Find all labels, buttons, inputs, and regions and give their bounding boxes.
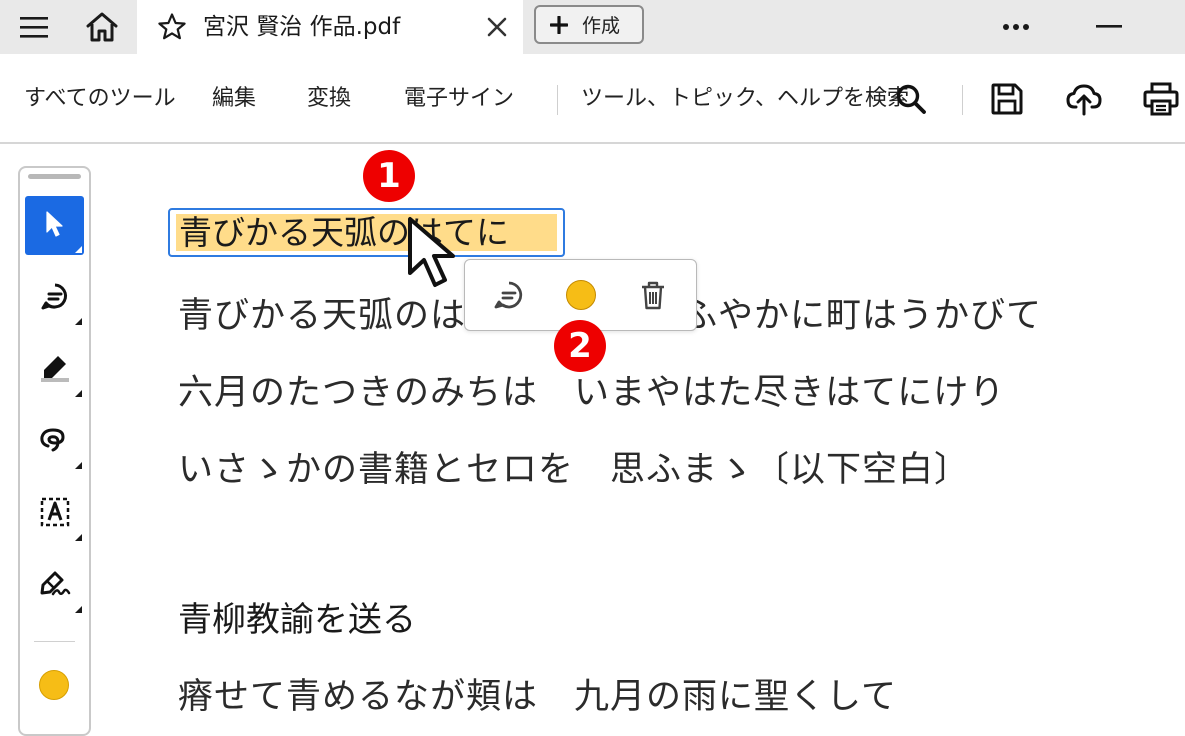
select-tool-button[interactable]: [25, 196, 84, 255]
create-button[interactable]: 作成: [534, 5, 644, 44]
color-picker-swatch[interactable]: [39, 670, 69, 700]
annotation-badge-1: 1: [363, 150, 415, 202]
mouse-cursor-icon: [404, 215, 464, 291]
home-icon[interactable]: [68, 0, 136, 54]
create-button-label: 作成: [582, 15, 621, 37]
close-icon[interactable]: [485, 15, 509, 39]
tab-document[interactable]: 宮沢 賢治 作品.pdf: [137, 0, 523, 54]
save-icon[interactable]: [988, 80, 1026, 118]
toolbar-divider: [962, 85, 963, 115]
add-comment-icon: [40, 281, 70, 315]
add-comment-button[interactable]: [25, 268, 84, 327]
toolbar-divider: [557, 85, 558, 115]
text-box-icon: [39, 496, 71, 532]
plus-icon: [549, 14, 569, 35]
search-tools-field[interactable]: ツール、トピック、ヘルプを検索: [581, 54, 909, 144]
hamburger-menu-icon[interactable]: [0, 0, 68, 54]
tab-title: 宮沢 賢治 作品.pdf: [203, 14, 401, 40]
search-icon[interactable]: [892, 80, 930, 118]
print-icon[interactable]: [1142, 80, 1180, 118]
drag-handle[interactable]: [28, 174, 81, 179]
comment-icon[interactable]: [491, 277, 527, 313]
sign-button[interactable]: [25, 556, 84, 615]
esign-link[interactable]: 電子サイン: [404, 54, 514, 144]
panel-divider: [34, 641, 75, 642]
trash-icon[interactable]: [635, 277, 671, 313]
sign-pen-icon: [38, 569, 72, 603]
highlighter-icon: [38, 353, 72, 387]
poem-line-2: 六月のたつきのみちは いまやはた尽きはてにけり: [178, 373, 1006, 413]
cloud-upload-icon[interactable]: [1065, 80, 1103, 118]
highlighted-title[interactable]: 青びかる天弧のはてに: [168, 208, 565, 257]
edit-link[interactable]: 編集: [212, 54, 256, 144]
more-horizontal-icon[interactable]: [993, 0, 1039, 54]
select-cursor-icon: [44, 210, 66, 242]
text-box-button[interactable]: [25, 484, 84, 543]
main-toolbar: すべてのツール 編集 変換 電子サイン ツール、トピック、ヘルプを検索: [0, 54, 1185, 144]
highlighter-button[interactable]: [25, 340, 84, 399]
freehand-draw-icon: [39, 426, 71, 458]
annotation-toolbar: [18, 166, 91, 736]
annotation-badge-2: 2: [554, 320, 606, 372]
section-heading: 青柳教諭を送る: [178, 600, 416, 640]
convert-link[interactable]: 変換: [307, 54, 351, 144]
minimize-icon[interactable]: [1086, 0, 1132, 54]
all-tools-link[interactable]: すべてのツール: [24, 54, 176, 144]
title-bar: 宮沢 賢治 作品.pdf 作成: [0, 0, 1185, 54]
freehand-draw-button[interactable]: [25, 412, 84, 471]
poem-line-3: いさゝかの書籍とセロを 思ふまゝ〔以下空白〕: [178, 450, 971, 490]
star-icon[interactable]: [157, 12, 187, 42]
color-swatch-icon[interactable]: [563, 277, 599, 313]
poem-line-4: 瘠せて青めるなが頬は 九月の雨に聖くして: [178, 677, 897, 717]
